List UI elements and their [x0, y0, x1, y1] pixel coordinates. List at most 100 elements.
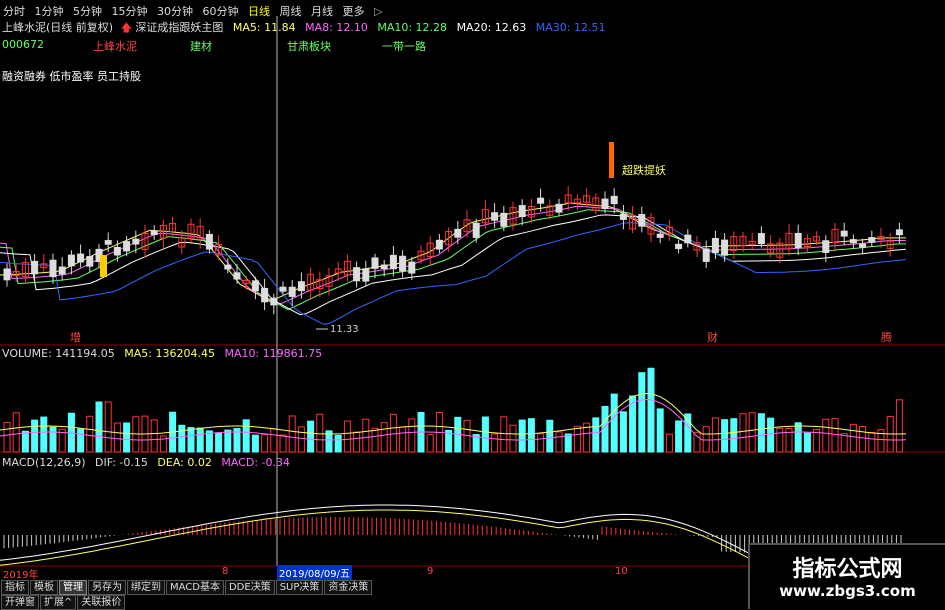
- volume-bar: [49, 426, 57, 453]
- volume-bar: [481, 416, 489, 453]
- volume-bar: [491, 433, 499, 453]
- pullback-annotation: 超跌提妖: [622, 163, 666, 177]
- volume-bar: [647, 367, 655, 453]
- volume-bar: [362, 418, 370, 453]
- volume-bar: [31, 419, 39, 453]
- volume-bar: [527, 418, 535, 453]
- indicator-toolbar: 指标 模板 管理 另存为 绑定到 MACD基本 DDE决策 SUP决策 资金决策: [1, 580, 373, 595]
- volume-bar: [702, 426, 710, 453]
- volume-bar: [831, 418, 839, 453]
- watermark-box: 指标公式网 www.zbgs3.com: [748, 543, 945, 609]
- ma10-line: [0, 209, 906, 311]
- candle: [638, 214, 646, 227]
- candle: [353, 267, 361, 282]
- volume-bar: [123, 422, 131, 453]
- volume-bar: [40, 416, 48, 453]
- volume-bar: [546, 419, 554, 453]
- volume-bar: [261, 434, 269, 453]
- candle: [721, 239, 729, 256]
- candle: [261, 287, 269, 303]
- candle: [500, 212, 508, 227]
- volume-bar: [95, 401, 103, 453]
- candle: [58, 266, 66, 275]
- btn-sup[interactable]: SUP决策: [275, 580, 324, 595]
- volume-ma10: MA10: 119861.75: [224, 347, 323, 360]
- candle: [279, 286, 287, 292]
- candle: [601, 198, 609, 210]
- signal-bar: [609, 142, 614, 178]
- btn-dde[interactable]: DDE决策: [224, 580, 275, 595]
- volume-bar: [573, 425, 581, 453]
- volume-bar: [610, 393, 618, 453]
- volume-bar: [371, 427, 379, 453]
- candle: [77, 253, 85, 263]
- candle: [472, 222, 480, 238]
- candle: [868, 237, 876, 243]
- watermark-title: 指标公式网: [792, 557, 903, 582]
- candle: [684, 234, 692, 244]
- marker-right: 腾: [881, 330, 892, 344]
- btn-fund[interactable]: 资金决策: [324, 580, 373, 595]
- candle: [362, 268, 370, 282]
- candle: [454, 228, 462, 238]
- marker-mid: 财: [707, 330, 718, 344]
- candle: [840, 230, 848, 237]
- volume-bar: [297, 426, 305, 453]
- volume-bar: [113, 422, 121, 453]
- btn-macd-basic[interactable]: MACD基本: [166, 580, 224, 595]
- axis-year: 2019年: [3, 570, 39, 581]
- btn-save-as[interactable]: 另存为: [88, 580, 126, 595]
- volume-bar: [399, 426, 407, 453]
- candle: [49, 259, 57, 278]
- axis-month-8: 8: [222, 566, 229, 577]
- candle: [555, 203, 563, 213]
- volume-bar: [638, 372, 646, 453]
- volume-bar: [739, 413, 747, 453]
- volume-bar: [270, 428, 278, 453]
- candle: [794, 232, 802, 248]
- volume-bar: [868, 431, 876, 453]
- marker-left: 增: [70, 330, 81, 344]
- candle: [31, 260, 39, 275]
- candle: [822, 240, 830, 253]
- candle: [711, 238, 719, 253]
- volume-bar: [518, 419, 526, 453]
- btn-indicator[interactable]: 指标: [1, 580, 29, 595]
- candle: [67, 254, 75, 267]
- volume-bar: [822, 418, 830, 453]
- candle: [849, 239, 857, 244]
- chart-canvas[interactable]: 超跌提妖 11.33 增 财 腾: [0, 0, 945, 609]
- candle: [205, 233, 213, 250]
- macd-header: MACD(12,26,9) DIF: -0.15 DEA: 0.02 MACD:…: [2, 456, 290, 469]
- btn-popup[interactable]: 开弹窗: [1, 595, 39, 610]
- volume-bar: [279, 434, 287, 453]
- macd-value: MACD: -0.34: [221, 456, 290, 469]
- volume-bar: [564, 433, 572, 453]
- btn-template[interactable]: 模板: [30, 580, 58, 595]
- volume-bar: [334, 434, 342, 453]
- btn-manage[interactable]: 管理: [59, 580, 87, 595]
- bottom-toolbar: 开弹窗 扩展^ 关联报价: [1, 595, 126, 610]
- axis-cursor-date: 2019/08/09/五: [277, 565, 353, 580]
- volume-bar: [555, 431, 563, 453]
- volume-bar: [592, 417, 600, 453]
- price-layer: [0, 142, 907, 325]
- volume-bar: [3, 421, 11, 453]
- candle: [675, 243, 683, 250]
- candle: [251, 280, 259, 292]
- btn-expand[interactable]: 扩展^: [40, 595, 77, 610]
- volume-bar: [178, 424, 186, 453]
- candle: [150, 230, 158, 236]
- candle: [610, 195, 618, 205]
- volume-bar: [187, 427, 195, 453]
- btn-linked-quote[interactable]: 关联报价: [77, 595, 126, 610]
- volume-bar: [408, 418, 416, 453]
- candle: [757, 233, 765, 245]
- volume-bar: [840, 433, 848, 453]
- volume-bar: [12, 412, 20, 453]
- candle: [123, 241, 131, 252]
- volume-bar: [693, 431, 701, 453]
- candle: [3, 268, 11, 281]
- volume-ma5: MA5: 136204.45: [124, 347, 215, 360]
- btn-bind-to[interactable]: 绑定到: [127, 580, 165, 595]
